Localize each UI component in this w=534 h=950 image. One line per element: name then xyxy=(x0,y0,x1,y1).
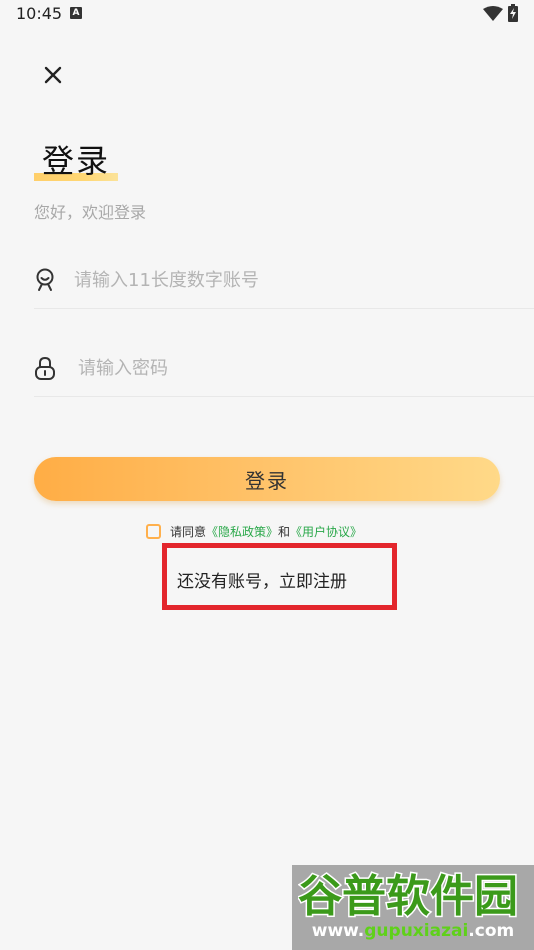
welcome-subtitle: 您好，欢迎登录 xyxy=(34,203,147,222)
privacy-policy-link[interactable]: 《隐私政策》 xyxy=(206,523,278,540)
page-title: 登录 xyxy=(42,142,111,180)
lock-icon xyxy=(35,356,55,380)
notification-a-icon: A xyxy=(70,7,82,19)
agreement-prefix: 请同意 xyxy=(170,524,207,539)
account-input[interactable] xyxy=(74,266,494,294)
watermark-url: www.gupuxiazai.com xyxy=(292,921,534,941)
user-avatar-icon xyxy=(36,268,54,291)
agreement-and: 和 xyxy=(278,524,291,539)
register-link[interactable]: 还没有账号，立即注册 xyxy=(177,567,347,592)
status-time: 10:45 xyxy=(16,4,63,23)
watermark-logo: 谷普软件园 xyxy=(298,870,520,922)
watermark-url-brand: gupuxiazai xyxy=(364,921,469,941)
svg-text:谷普软件园: 谷普软件园 xyxy=(298,871,518,921)
password-input[interactable] xyxy=(78,354,498,382)
battery-charging-icon xyxy=(508,4,518,22)
user-agreement-link[interactable]: 《用户协议》 xyxy=(290,523,362,540)
close-icon[interactable] xyxy=(38,60,68,90)
status-bar: 10:45 A xyxy=(0,0,534,30)
watermark-url-prefix: www. xyxy=(311,921,365,941)
watermark: 谷普软件园 www.gupuxiazai.com xyxy=(292,865,534,950)
agreement-row: 请同意 《隐私政策》 和 《用户协议》 xyxy=(146,521,362,541)
watermark-url-suffix: .com xyxy=(468,921,515,941)
agreement-checkbox[interactable] xyxy=(146,523,161,539)
page-title-block: 登录 xyxy=(34,136,118,182)
account-field xyxy=(34,252,534,309)
wifi-icon xyxy=(483,6,503,21)
login-button[interactable]: 登录 xyxy=(34,457,500,501)
password-field xyxy=(34,340,534,397)
